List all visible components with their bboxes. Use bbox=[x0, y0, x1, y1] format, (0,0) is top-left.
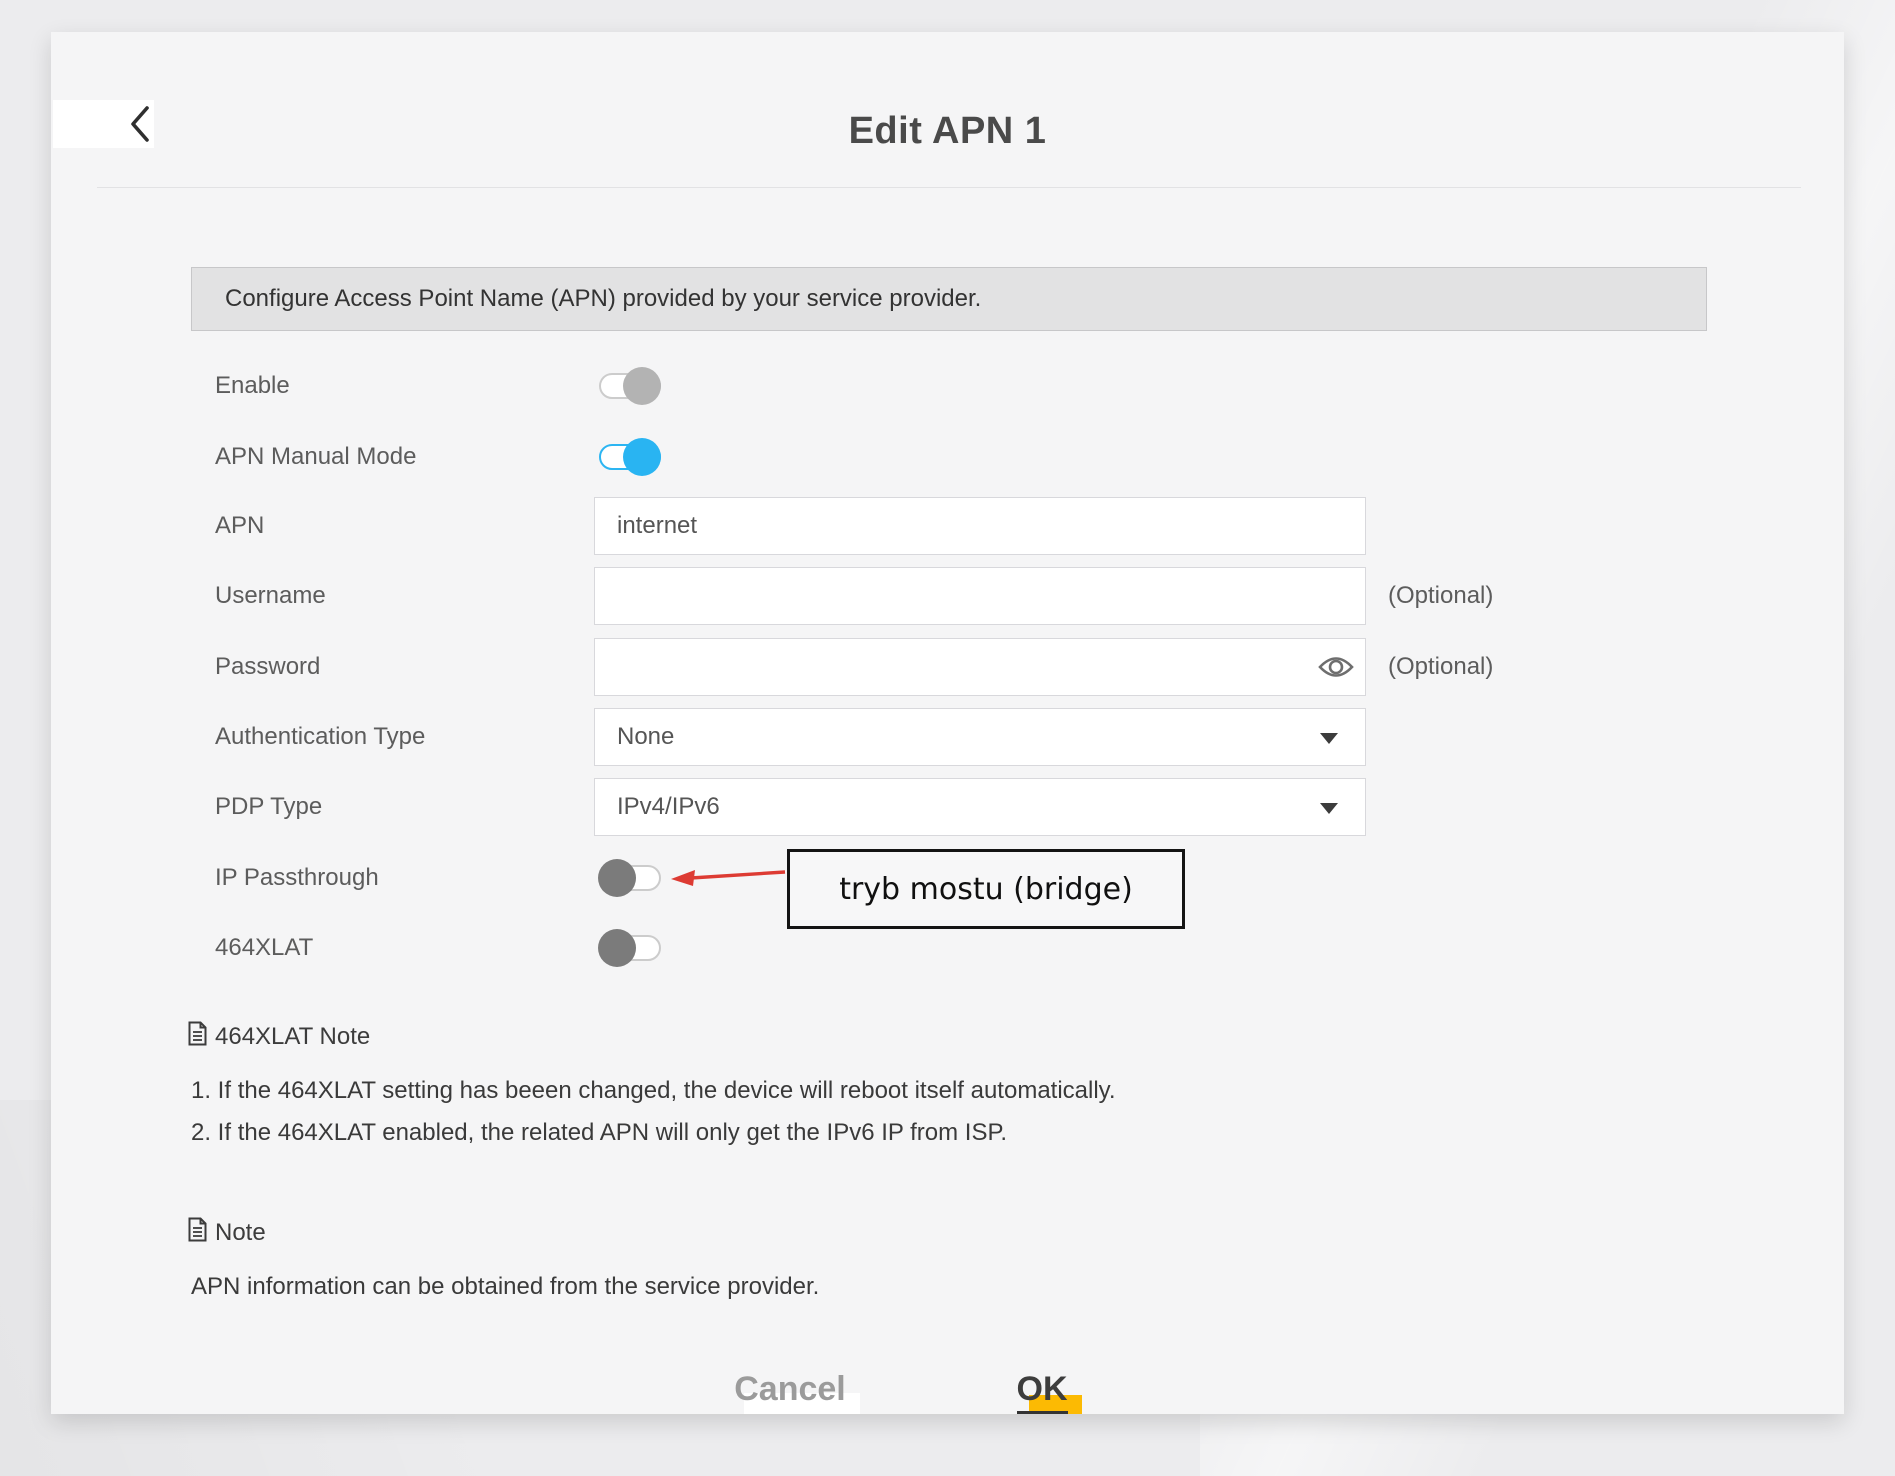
info-bar: Configure Access Point Name (APN) provid… bbox=[191, 267, 1707, 331]
username-input[interactable] bbox=[594, 567, 1366, 625]
password-optional-hint: (Optional) bbox=[1388, 652, 1588, 682]
annotation-arrow bbox=[669, 866, 787, 890]
xlat-note-title: 464XLAT Note bbox=[215, 1022, 370, 1052]
apn-manual-mode-label: APN Manual Mode bbox=[215, 442, 585, 472]
authentication-type-label: Authentication Type bbox=[215, 722, 585, 752]
apn-manual-mode-toggle[interactable] bbox=[599, 444, 661, 470]
ok-button-label: OK bbox=[1017, 1368, 1068, 1414]
enable-toggle[interactable] bbox=[599, 373, 661, 399]
username-label: Username bbox=[215, 581, 585, 611]
authentication-type-select[interactable]: None bbox=[594, 708, 1366, 766]
xlat-toggle-knob bbox=[598, 929, 636, 967]
xlat-note-item-2: 2. If the 464XLAT enabled, the related A… bbox=[191, 1117, 1007, 1149]
pdp-type-caret-icon[interactable] bbox=[1319, 801, 1339, 815]
xlat-note-item-1: 1. If the 464XLAT setting has beeen chan… bbox=[191, 1075, 1116, 1107]
password-visibility-button[interactable] bbox=[1317, 653, 1355, 681]
pdp-type-label: PDP Type bbox=[215, 792, 585, 822]
apn-input[interactable] bbox=[594, 497, 1366, 555]
annotation-text: tryb mostu (bridge) bbox=[839, 872, 1133, 907]
document-icon bbox=[188, 1217, 207, 1250]
annotation-note-box: tryb mostu (bridge) bbox=[787, 849, 1185, 929]
password-input[interactable] bbox=[594, 638, 1366, 696]
cancel-button[interactable]: Cancel bbox=[690, 1368, 890, 1410]
pdp-type-select[interactable]: IPv4/IPv6 bbox=[594, 778, 1366, 836]
xlat-toggle[interactable] bbox=[599, 935, 661, 961]
header-divider bbox=[97, 187, 1801, 188]
ip-passthrough-label: IP Passthrough bbox=[215, 863, 585, 893]
document-icon bbox=[188, 1021, 207, 1054]
authentication-type-value: None bbox=[617, 723, 674, 751]
note-text: APN information can be obtained from the… bbox=[191, 1271, 819, 1303]
info-bar-text: Configure Access Point Name (APN) provid… bbox=[225, 285, 981, 313]
eye-icon bbox=[1317, 668, 1355, 685]
authentication-type-caret-icon[interactable] bbox=[1319, 731, 1339, 745]
apn-manual-mode-toggle-knob bbox=[623, 438, 661, 476]
enable-label: Enable bbox=[215, 371, 585, 401]
username-optional-hint: (Optional) bbox=[1388, 581, 1588, 611]
apn-label: APN bbox=[215, 511, 585, 541]
pdp-type-value: IPv4/IPv6 bbox=[617, 793, 720, 821]
password-label: Password bbox=[215, 652, 585, 682]
ip-passthrough-toggle-knob bbox=[598, 859, 636, 897]
enable-toggle-knob bbox=[623, 367, 661, 405]
page-title: Edit APN 1 bbox=[51, 110, 1844, 158]
ok-button[interactable]: OK bbox=[992, 1368, 1092, 1410]
ip-passthrough-toggle[interactable] bbox=[599, 865, 661, 891]
xlat-label: 464XLAT bbox=[215, 933, 585, 963]
note-heading: Note bbox=[188, 1218, 266, 1248]
edit-apn-dialog: Edit APN 1 Configure Access Point Name (… bbox=[51, 32, 1844, 1414]
xlat-note-heading: 464XLAT Note bbox=[188, 1022, 370, 1052]
note-title: Note bbox=[215, 1218, 266, 1248]
